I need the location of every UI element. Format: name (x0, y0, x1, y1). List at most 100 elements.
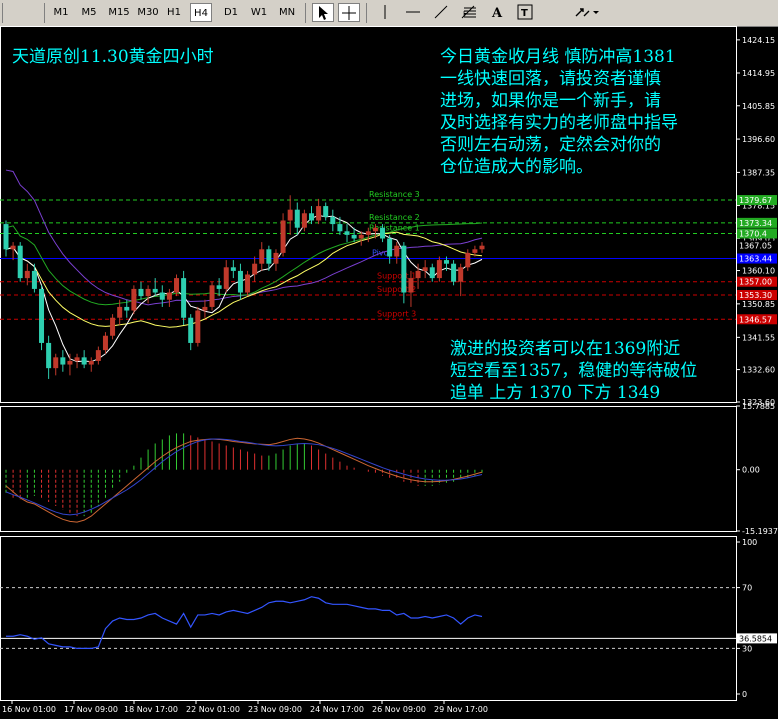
text-label-icon[interactable]: T (514, 3, 536, 22)
price-axis-label: 1332.60 (742, 366, 775, 375)
candle-body (230, 267, 236, 271)
candle-body (252, 263, 258, 275)
price-axis-label: 1396.60 (742, 135, 775, 144)
price-axis-label: 1350.85 (742, 300, 775, 309)
candle-body (181, 278, 187, 318)
arrows-menu-icon[interactable] (572, 3, 602, 22)
macd-axis-label: 15.7885 (742, 402, 775, 411)
pivot-level-label: Resistance 2 (369, 213, 420, 222)
candle-body (237, 270, 243, 293)
pivot-level-label: Resistance 3 (369, 190, 420, 199)
candle-body (372, 227, 378, 232)
timeframe-m1-button[interactable]: M1 (50, 3, 72, 22)
candle-body (110, 317, 116, 336)
time-axis-label: 18 Nov 17:00 (124, 705, 178, 714)
candle-body (74, 357, 80, 361)
macd-axis-label: 0.00 (742, 466, 760, 475)
time-axis-label: 24 Nov 17:00 (310, 705, 364, 714)
svg-text:T: T (521, 8, 528, 19)
candle-body (330, 216, 336, 225)
price-tag-label: 1353.30 (739, 291, 772, 300)
toolbar-separator (44, 3, 45, 23)
candle-body (380, 227, 386, 239)
candle-body (259, 249, 265, 264)
candle-body (301, 213, 307, 228)
candle-body (365, 231, 371, 235)
candle-body (145, 288, 151, 297)
price-tag-label: 1373.34 (739, 219, 772, 228)
candle-body (166, 292, 172, 300)
candle-body (287, 209, 293, 221)
rsi-line (6, 596, 483, 650)
timeframe-h4-button[interactable]: H4 (190, 3, 212, 22)
candle-body (152, 288, 158, 293)
candle-body (81, 357, 87, 365)
macd-axis-label: -15.1937 (742, 527, 778, 536)
vertical-line-icon[interactable] (374, 3, 396, 22)
price-axis-label: 1341.55 (742, 333, 775, 342)
text-icon[interactable]: A (486, 3, 508, 22)
candle-body (294, 209, 300, 228)
candle-body (443, 260, 449, 264)
strategy-line: 追单 上方 1370 下方 1349 (450, 383, 661, 403)
rsi-axis-label: 30 (742, 644, 752, 653)
candle-body (95, 350, 101, 361)
candle-body (273, 252, 279, 264)
candle-body (131, 288, 137, 311)
candle-body (67, 360, 73, 365)
timeframe-w1-button[interactable]: W1 (248, 3, 270, 22)
crosshair-icon[interactable] (338, 3, 360, 22)
candle-body (415, 270, 421, 279)
time-axis-label: 22 Nov 01:00 (186, 705, 240, 714)
candle-body (88, 360, 94, 365)
candle-body (266, 249, 272, 264)
time-axis-label: 26 Nov 09:00 (372, 705, 426, 714)
candle-body (436, 260, 442, 279)
macd-panel-frame (0, 406, 737, 532)
candle-body (60, 357, 66, 365)
price-axis-label: 1424.15 (742, 36, 775, 45)
timeframe-h1-button[interactable]: H1 (164, 3, 184, 22)
svg-text:F: F (463, 10, 467, 18)
rsi-axis-label: 70 (742, 584, 752, 593)
rsi-axis-label: 100 (742, 538, 757, 547)
timeframe-m30-button[interactable]: M30 (136, 3, 160, 22)
candle-body (422, 267, 428, 271)
candle-body (124, 306, 130, 311)
candle-body (401, 245, 407, 293)
candle-body (174, 278, 180, 293)
candle-body (458, 267, 464, 282)
candle-body (344, 231, 350, 235)
candle-body (465, 252, 471, 268)
candle-body (31, 270, 37, 289)
timeframe-d1-button[interactable]: D1 (220, 3, 242, 22)
timeframe-m5-button[interactable]: M5 (78, 3, 100, 22)
candle-body (159, 292, 165, 300)
candle-body (451, 263, 457, 282)
candle-body (387, 238, 393, 257)
candle-body (216, 285, 222, 289)
candle-body (316, 206, 322, 221)
candle-body (479, 245, 485, 250)
horizontal-line-icon[interactable] (402, 3, 424, 22)
time-axis-label: 23 Nov 09:00 (248, 705, 302, 714)
candle-body (188, 317, 194, 343)
candle-body (53, 357, 59, 369)
chart-toolbar: M1 M5 M15 M30 H1 H4 D1 W1 MN F A T (0, 0, 778, 27)
toolbar-separator (2, 3, 3, 23)
candle-body (102, 335, 108, 351)
timeframe-mn-button[interactable]: MN (276, 3, 298, 22)
price-axis-label: 1414.95 (742, 69, 775, 78)
price-axis-label: 1405.85 (742, 102, 775, 111)
candle-body (351, 234, 357, 239)
cursor-arrow-icon[interactable] (312, 3, 334, 22)
candle-body (223, 267, 229, 289)
timeframe-m15-button[interactable]: M15 (106, 3, 132, 22)
candle-body (209, 285, 215, 307)
fibonacci-icon[interactable]: F (458, 3, 480, 22)
price-tag-label: 1379.67 (739, 196, 772, 205)
price-tag-label: 1370.4 (739, 229, 767, 238)
svg-text:A: A (491, 6, 503, 20)
trend-line-icon[interactable] (430, 3, 452, 22)
candle-body (280, 220, 286, 253)
